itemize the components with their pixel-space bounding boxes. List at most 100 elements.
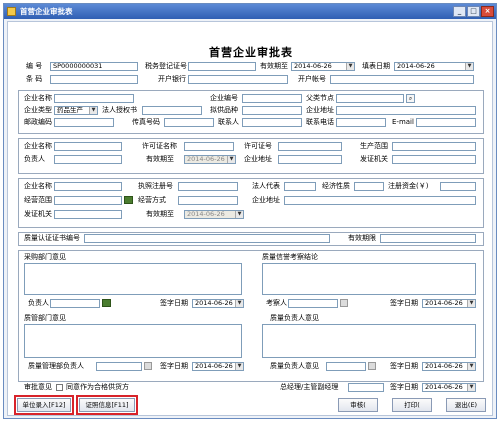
company-name-label: 企业名称: [24, 94, 52, 102]
picker-icon[interactable]: [144, 362, 152, 370]
code-field[interactable]: SP0000000031: [50, 62, 138, 71]
mode-label: 经营方式: [138, 196, 166, 204]
qhead-sign-label: 质量负责人意见: [270, 362, 319, 370]
kinds-label: 拟供品种: [210, 106, 238, 114]
sign-date-label-3: 签字日期: [160, 362, 188, 370]
issuer-field[interactable]: [392, 155, 476, 164]
scope-label: 生产范围: [360, 142, 388, 150]
cert-no-field[interactable]: [84, 234, 330, 243]
capital-label: 注册资金(￥): [388, 182, 429, 190]
license-head-field[interactable]: [54, 155, 122, 164]
sign-date-select-4[interactable]: 2014-06-26 ▼: [422, 362, 476, 371]
picker-icon[interactable]: [340, 299, 348, 307]
cert-info-button[interactable]: 证照信息[F11]: [79, 398, 135, 412]
close-button[interactable]: ×: [481, 6, 494, 17]
sign-date-select-3[interactable]: 2014-06-26 ▼: [192, 362, 244, 371]
qmanager-field[interactable]: [96, 362, 142, 371]
sign-date-select-2[interactable]: 2014-06-26 ▼: [422, 299, 476, 308]
purchase-head-field[interactable]: [50, 299, 100, 308]
permit-name-label: 许可证名称: [142, 142, 177, 150]
bank-field[interactable]: [188, 75, 288, 84]
parent-node-field[interactable]: [336, 94, 404, 103]
email-field[interactable]: [416, 118, 476, 127]
legal-rep-field[interactable]: [284, 182, 316, 191]
fax-label: 传真号码: [132, 118, 160, 126]
email-label: E-mail: [392, 118, 414, 126]
reg-no-label: 执照注册号: [138, 182, 173, 190]
approve-button[interactable]: 审核(: [338, 398, 378, 412]
fax-field[interactable]: [164, 118, 214, 127]
qdept-opinion-textarea[interactable]: [24, 324, 242, 358]
license-addr-field[interactable]: [278, 155, 342, 164]
contact-label: 联系人: [218, 118, 239, 126]
range-field[interactable]: [54, 196, 122, 205]
cert-expire-field[interactable]: [380, 234, 476, 243]
agree-checkbox[interactable]: [56, 384, 63, 391]
scope-field[interactable]: [392, 142, 476, 151]
gm-sign-select[interactable]: 2014-06-26 ▼: [422, 383, 476, 392]
form-title: 首营企业审批表: [209, 46, 293, 59]
rep-field[interactable]: [142, 106, 202, 115]
issuer-label: 发证机关: [360, 155, 388, 163]
license-company-field[interactable]: [54, 142, 122, 151]
phone-field[interactable]: [336, 118, 386, 127]
biz-expire-select[interactable]: 2014-06-26 ▼: [184, 210, 244, 219]
tax-label: 税务登记证号: [145, 62, 187, 70]
inspector-label: 考察人: [266, 299, 287, 307]
code-label: 编 号: [26, 62, 43, 70]
print-button[interactable]: 打印(: [392, 398, 432, 412]
quality-conclusion-textarea[interactable]: [262, 263, 476, 295]
biz-addr-field[interactable]: [284, 196, 476, 205]
company-addr-field[interactable]: [336, 106, 476, 115]
qdept-opinion-label: 质管部门意见: [24, 314, 66, 322]
sign-date-value: 2014-06-26: [195, 299, 233, 307]
minimize-button[interactable]: _: [453, 6, 466, 17]
capital-field[interactable]: [440, 182, 476, 191]
kinds-field[interactable]: [242, 106, 302, 115]
qhead-opinion-textarea[interactable]: [262, 324, 476, 358]
picker-icon[interactable]: [124, 196, 133, 204]
search-icon[interactable]: ⌕: [406, 94, 415, 103]
exit-button[interactable]: 退出(E): [446, 398, 486, 412]
picker-icon[interactable]: [102, 299, 111, 307]
license-expire-select[interactable]: 2014-06-26 ▼: [184, 155, 236, 164]
sign-date-value-2: 2014-06-26: [425, 299, 463, 307]
inspector-field[interactable]: [288, 299, 338, 308]
qhead-sign-field[interactable]: [326, 362, 366, 371]
quality-conclusion-label: 质量信誉考察结论: [262, 253, 318, 261]
nature-field[interactable]: [354, 182, 384, 191]
biz-issuer-field[interactable]: [54, 210, 122, 219]
company-type-select[interactable]: 药品生产 ▼: [54, 106, 98, 115]
biz-company-field[interactable]: [54, 182, 122, 191]
unit-entry-button[interactable]: 单位录入[F12]: [17, 398, 71, 412]
picker-icon[interactable]: [368, 362, 376, 370]
qmanager-label: 质量管理部负责人: [28, 362, 84, 370]
license-expire-value: 2014-06-26: [187, 155, 225, 163]
purchase-opinion-textarea[interactable]: [24, 263, 242, 295]
gm-label: 总经理/主管副经理: [280, 383, 339, 391]
gm-field[interactable]: [348, 383, 384, 392]
permit-name-field[interactable]: [184, 142, 234, 151]
window-title: 首营企业审批表: [20, 7, 73, 16]
parent-node-label: 父类节点: [306, 94, 334, 102]
barcode-field[interactable]: [50, 75, 138, 84]
chevron-down-icon: ▼: [235, 300, 243, 307]
contact-field[interactable]: [242, 118, 302, 127]
maximize-button[interactable]: □: [467, 6, 480, 17]
tax-field[interactable]: [188, 62, 256, 71]
postcode-label: 邮政编码: [24, 118, 52, 126]
permit-no-field[interactable]: [278, 142, 342, 151]
purchase-opinion-label: 采购部门意见: [24, 253, 66, 261]
chevron-down-icon: ▼: [467, 300, 475, 307]
postcode-field[interactable]: [54, 118, 114, 127]
company-name-field[interactable]: [54, 94, 134, 103]
mode-field[interactable]: [178, 196, 238, 205]
sign-date-select[interactable]: 2014-06-26 ▼: [192, 299, 244, 308]
expire-select[interactable]: 2014-06-26 ▼: [291, 62, 355, 71]
bank-label: 开户银行: [158, 75, 186, 83]
reg-no-field[interactable]: [178, 182, 238, 191]
chevron-down-icon: ▼: [89, 107, 97, 114]
fill-date-select[interactable]: 2014-06-26 ▼: [394, 62, 474, 71]
company-id-field[interactable]: [242, 94, 302, 103]
account-field[interactable]: [330, 75, 474, 84]
